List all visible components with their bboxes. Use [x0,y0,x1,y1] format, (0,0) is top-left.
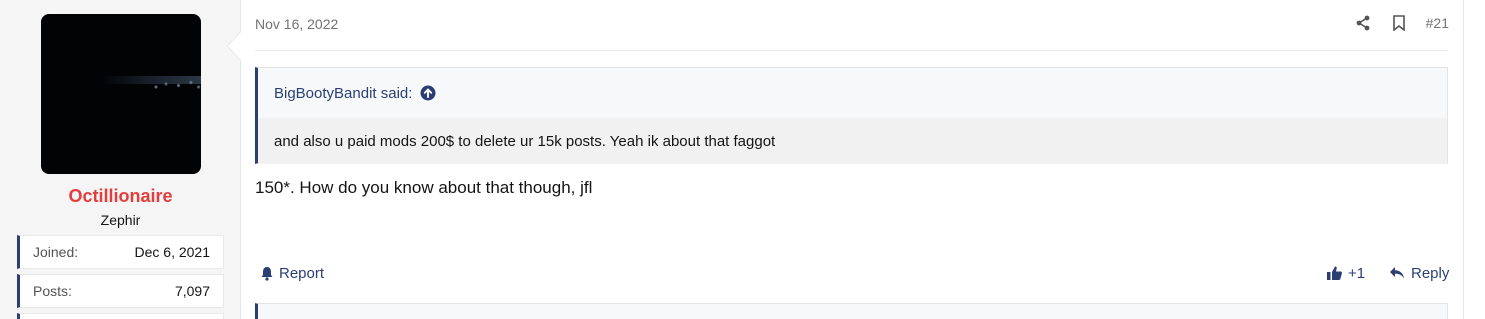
next-post-quote [255,303,1448,319]
arrow-up-circle-icon[interactable] [420,85,436,101]
scrollbar-track[interactable] [1463,0,1485,319]
stat-joined-value: Dec 6, 2021 [134,244,211,260]
report-button[interactable]: Report [258,264,324,282]
stat-posts: Posts: 7,097 [17,274,224,308]
stat-more [17,313,224,319]
stat-joined: Joined: Dec 6, 2021 [17,235,224,269]
avatar[interactable] [41,14,201,174]
post-number[interactable]: #21 [1426,15,1449,31]
reply-button[interactable]: Reply [1388,264,1449,282]
header-divider [255,50,1448,51]
quote-header: BigBootyBandit said: [258,68,1447,118]
post-body: 150*. How do you know about that though,… [255,178,593,197]
reaction-count: +1 [1348,264,1366,282]
quote-block: BigBootyBandit said: and also u paid mod… [255,67,1448,164]
user-sidebar: Octillionaire Zephir Joined: Dec 6, 2021… [0,0,241,319]
stat-posts-value: 7,097 [174,283,210,299]
post-date[interactable]: Nov 16, 2022 [255,16,338,32]
avatar-lights [151,69,201,99]
username[interactable]: Octillionaire [0,186,241,207]
reply-label: Reply [1411,264,1450,282]
user-title: Zephir [100,212,141,228]
quote-author[interactable]: BigBootyBandit said: [274,85,412,102]
bookmark-icon[interactable] [1390,14,1408,32]
quote-text: and also u paid mods 200$ to delete ur 1… [258,118,1447,164]
thumbs-up-icon [1325,264,1343,282]
post-header-actions: #21 [1354,14,1449,32]
stat-posts-label: Posts: [33,283,72,299]
reaction-button[interactable]: +1 [1325,264,1365,282]
share-icon[interactable] [1354,14,1372,32]
report-label: Report [279,264,325,282]
bell-icon [258,264,276,282]
reply-icon [1388,264,1406,282]
stat-joined-label: Joined: [33,244,79,260]
message-arrow [227,31,241,61]
